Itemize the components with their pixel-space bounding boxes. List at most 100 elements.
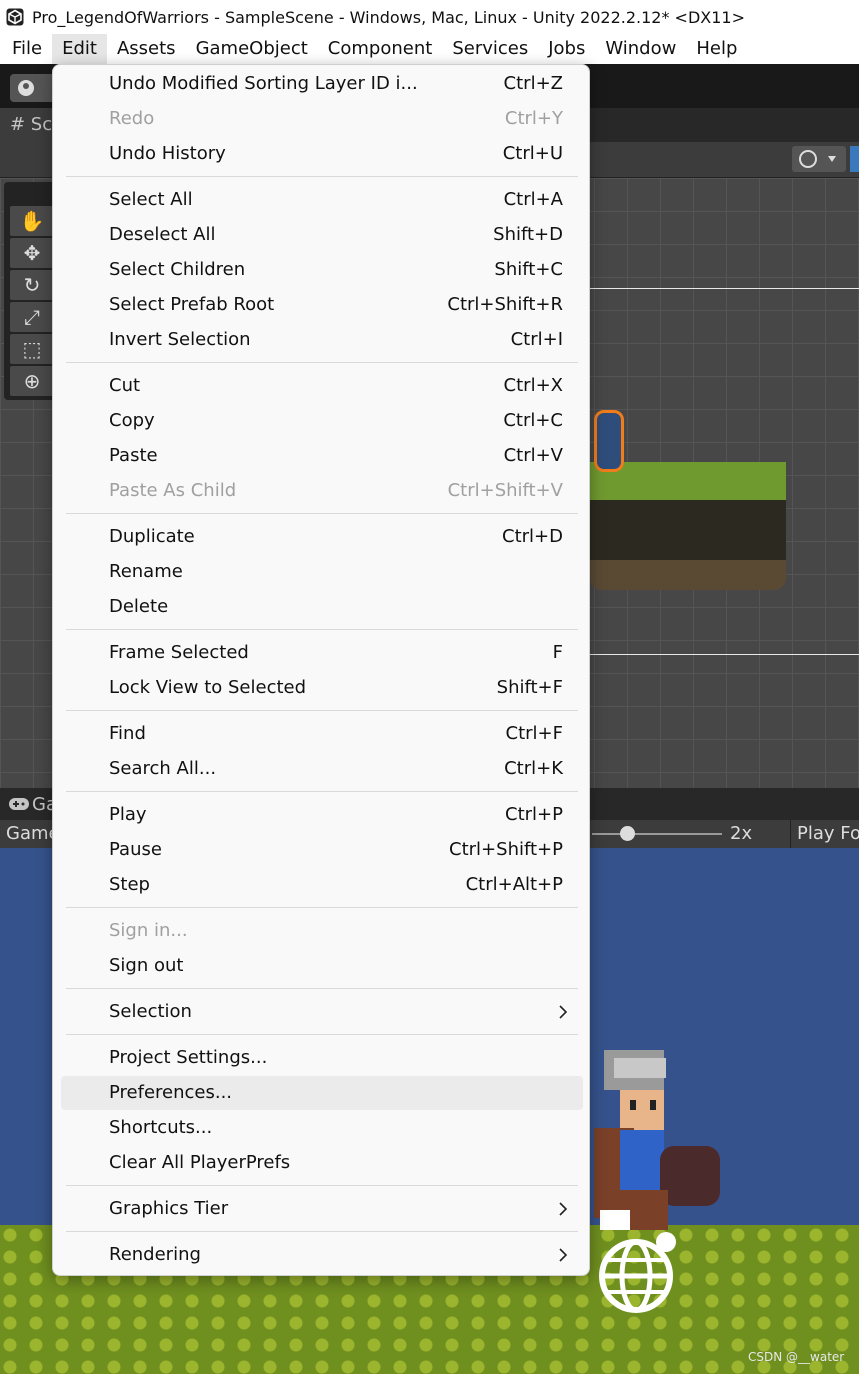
menu-item-select-children[interactable]: Select Children Shift+C <box>61 253 583 287</box>
move-tool-icon[interactable]: ✥ <box>10 238 54 268</box>
menu-item-label: Paste As Child <box>109 480 237 501</box>
menu-separator <box>66 791 578 792</box>
camera-bound-line <box>580 654 859 655</box>
menu-edit[interactable]: Edit <box>52 34 107 64</box>
rect-tool-icon[interactable]: ⬚ <box>10 334 54 364</box>
menu-window[interactable]: Window <box>595 34 686 64</box>
menu-item-label: Copy <box>109 410 155 431</box>
menu-item-step[interactable]: Step Ctrl+Alt+P <box>61 868 583 902</box>
menu-assets[interactable]: Assets <box>107 34 186 64</box>
platform-dirt <box>590 500 786 560</box>
menu-item-undo-history[interactable]: Undo History Ctrl+U <box>61 137 583 171</box>
menu-item-copy[interactable]: Copy Ctrl+C <box>61 404 583 438</box>
menu-item-label: Selection <box>109 1001 192 1022</box>
menu-item-select-prefab-root[interactable]: Select Prefab Root Ctrl+Shift+R <box>61 288 583 322</box>
menu-item-delete[interactable]: Delete <box>61 590 583 624</box>
menu-item-label: Rename <box>109 561 183 582</box>
menu-item-shortcut: Ctrl+Y <box>504 108 563 129</box>
menu-item-frame-selected[interactable]: Frame Selected F <box>61 636 583 670</box>
hero-sprite <box>594 1050 720 1230</box>
menu-item-shortcut: F <box>552 642 563 663</box>
menu-item-label: Shortcuts... <box>109 1117 213 1138</box>
menu-item-label: Cut <box>109 375 141 396</box>
menu-gameobject[interactable]: GameObject <box>186 34 318 64</box>
gizmo-dropdown-button[interactable] <box>792 146 846 172</box>
menu-item-shortcut: Ctrl+Shift+R <box>447 294 563 315</box>
menu-item-graphics-tier[interactable]: Graphics Tier <box>61 1192 583 1226</box>
scale-slider-handle[interactable] <box>620 826 635 841</box>
menu-item-label: Lock View to Selected <box>109 677 307 698</box>
menu-item-find[interactable]: Find Ctrl+F <box>61 717 583 751</box>
menu-item-label: Clear All PlayerPrefs <box>109 1152 291 1173</box>
menu-item-label: Find <box>109 723 146 744</box>
menu-item-shortcut: Ctrl+A <box>503 189 563 210</box>
menu-item-label: Rendering <box>109 1244 201 1265</box>
rotate-tool-icon[interactable]: ↻ <box>10 270 54 300</box>
menu-item-shortcuts[interactable]: Shortcuts... <box>61 1111 583 1145</box>
menu-item-label: Duplicate <box>109 526 195 547</box>
menu-item-pause[interactable]: Pause Ctrl+Shift+P <box>61 833 583 867</box>
chevron-right-icon <box>559 1248 568 1262</box>
game-display-dropdown[interactable]: Game <box>0 820 60 848</box>
menu-item-shortcut: Ctrl+Z <box>503 73 563 94</box>
menu-item-label: Step <box>109 874 150 895</box>
menu-item-shortcut: Ctrl+F <box>505 723 563 744</box>
menu-item-rename[interactable]: Rename <box>61 555 583 589</box>
unity-logo-icon <box>6 8 24 26</box>
menu-item-label: Graphics Tier <box>109 1198 229 1219</box>
play-focus-dropdown[interactable]: Play Fo <box>790 820 859 848</box>
menu-item-shortcut: Ctrl+P <box>505 804 563 825</box>
menu-item-label: Invert Selection <box>109 329 251 350</box>
menu-separator <box>66 176 578 177</box>
menu-item-project-settings[interactable]: Project Settings... <box>61 1041 583 1075</box>
transform-tool-icon[interactable]: ⊕ <box>10 366 54 396</box>
menu-component[interactable]: Component <box>318 34 443 64</box>
hand-tool-icon[interactable]: ✋ <box>10 206 54 236</box>
platform-rocks <box>590 560 786 590</box>
menu-item-label: Select Prefab Root <box>109 294 275 315</box>
menu-item-undo[interactable]: Undo Modified Sorting Layer ID i... Ctrl+… <box>61 67 583 101</box>
menu-item-paste[interactable]: Paste Ctrl+V <box>61 439 583 473</box>
scale-label: 2x <box>730 823 753 844</box>
menu-item-label: Redo <box>109 108 155 129</box>
menu-item-play[interactable]: Play Ctrl+P <box>61 798 583 832</box>
menu-item-rendering[interactable]: Rendering <box>61 1238 583 1272</box>
menu-services[interactable]: Services <box>442 34 538 64</box>
menu-item-lock-view-to-selected[interactable]: Lock View to Selected Shift+F <box>61 671 583 705</box>
menu-item-shortcut: Shift+D <box>493 224 563 245</box>
menu-item-shortcut: Ctrl+Alt+P <box>465 874 563 895</box>
menu-separator <box>66 907 578 908</box>
menu-jobs[interactable]: Jobs <box>538 34 595 64</box>
scene-toggle-button[interactable] <box>850 146 859 172</box>
menu-item-cut[interactable]: Cut Ctrl+X <box>61 369 583 403</box>
menu-item-shortcut: Ctrl+D <box>502 526 563 547</box>
selected-player-sprite[interactable] <box>594 410 624 472</box>
menu-item-sign-out[interactable]: Sign out <box>61 949 583 983</box>
menu-file[interactable]: File <box>2 34 52 64</box>
menu-item-shortcut: Ctrl+K <box>504 758 563 779</box>
scale-slider-track[interactable] <box>592 833 722 835</box>
menu-separator <box>66 710 578 711</box>
menu-help[interactable]: Help <box>686 34 747 64</box>
menu-item-label: Undo History <box>109 143 226 164</box>
menu-item-shortcut: Ctrl+X <box>503 375 563 396</box>
menu-item-label: Pause <box>109 839 162 860</box>
menu-item-label: Delete <box>109 596 169 617</box>
menu-item-label: Paste <box>109 445 158 466</box>
menu-item-invert-selection[interactable]: Invert Selection Ctrl+I <box>61 323 583 357</box>
account-button[interactable] <box>10 74 56 102</box>
menu-item-selection[interactable]: Selection <box>61 995 583 1029</box>
menu-item-clear-all-playerprefs[interactable]: Clear All PlayerPrefs <box>61 1146 583 1180</box>
menu-item-preferences[interactable]: Preferences... <box>61 1076 583 1110</box>
menu-item-deselect-all[interactable]: Deselect All Shift+D <box>61 218 583 252</box>
menu-item-select-all[interactable]: Select All Ctrl+A <box>61 183 583 217</box>
menu-item-sign-in: Sign in... <box>61 914 583 948</box>
menu-item-search-all[interactable]: Search All... Ctrl+K <box>61 752 583 786</box>
menu-item-duplicate[interactable]: Duplicate Ctrl+D <box>61 520 583 554</box>
edit-menu-dropdown: Undo Modified Sorting Layer ID i... Ctrl+… <box>52 64 590 1276</box>
menu-separator <box>66 1185 578 1186</box>
menu-item-paste-as-child: Paste As Child Ctrl+Shift+V <box>61 474 583 508</box>
menu-separator <box>66 629 578 630</box>
scale-tool-icon[interactable]: ⤢ <box>10 302 54 332</box>
menu-separator <box>66 988 578 989</box>
